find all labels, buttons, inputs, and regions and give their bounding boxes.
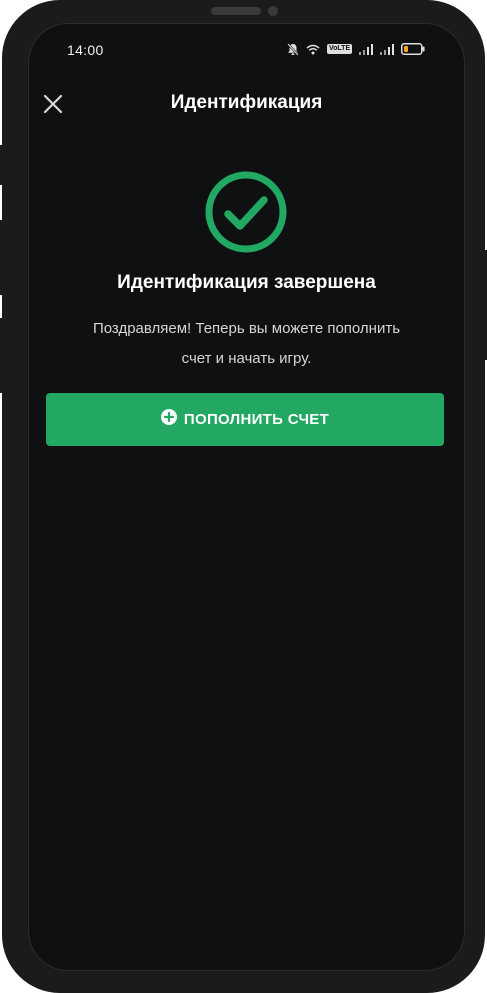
volte-badge: VoLTE [327,44,353,54]
success-message: Поздравляем! Теперь вы можете пополнить … [49,314,444,374]
close-icon [41,94,65,120]
header: Идентификация [29,84,464,124]
side-button-left-3 [0,318,4,393]
side-button-left-2 [0,220,4,295]
phone-frame: 14:00 VoLTE Идентификация Идентификация … [2,0,485,993]
side-button-right [483,250,487,360]
deposit-button[interactable]: ПОПОЛНИТЬ СЧЕТ [46,393,444,446]
deposit-button-label: ПОПОЛНИТЬ СЧЕТ [183,411,330,428]
check-circle-icon [204,170,288,254]
success-title: Идентификация завершена [117,272,376,293]
app-screen: 14:00 VoLTE Идентификация Идентификация … [28,23,465,971]
signal-icon-2 [380,43,395,55]
wifi-icon [306,44,320,55]
status-bar: 14:00 VoLTE [29,24,464,74]
battery-icon [401,43,425,55]
speaker-grille [211,7,261,15]
status-icons: VoLTE [287,41,425,57]
page-title: Идентификация [170,92,323,113]
plus-circle-icon [160,409,177,430]
close-button[interactable] [41,92,65,116]
side-button-left-1 [0,145,4,185]
success-message-line-1: Поздравляем! Теперь вы можете пополнить [92,320,401,337]
front-camera [268,6,278,16]
signal-icon [359,43,374,55]
mute-bell-icon [287,42,299,56]
status-time: 14:00 [67,42,104,58]
success-message-line-2: счет и начать игру. [181,350,312,367]
